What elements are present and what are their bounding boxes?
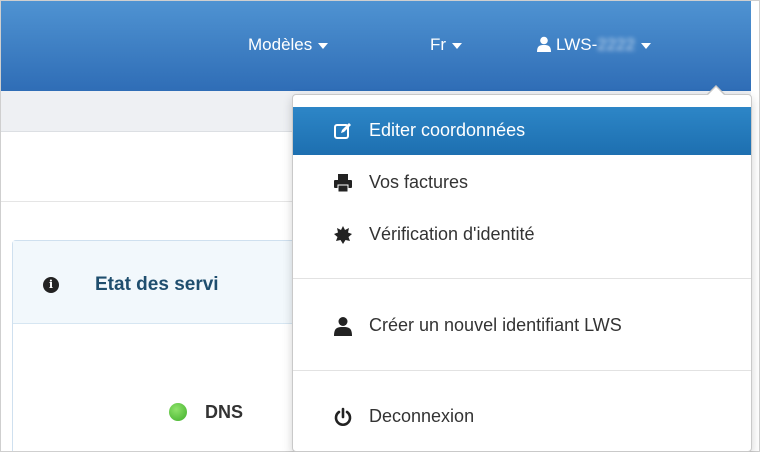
certificate-icon xyxy=(333,225,353,245)
info-icon: i xyxy=(43,277,59,293)
top-navbar: Modèles Fr LWS-2222 xyxy=(1,1,751,91)
status-ok-dot-icon xyxy=(169,403,187,421)
templates-label: Modèles xyxy=(248,35,313,54)
user-dropdown-menu: Editer coordonnées Vos factures Vérifica… xyxy=(292,94,752,452)
user-icon xyxy=(333,316,353,336)
menu-item-invoices[interactable]: Vos factures xyxy=(293,159,751,207)
menu-item-label: Vos factures xyxy=(369,172,469,192)
user-name-prefix: LWS- xyxy=(556,35,598,54)
chevron-down-icon xyxy=(452,42,463,49)
menu-item-identity-verification[interactable]: Vérification d'identité xyxy=(293,211,751,259)
services-status-panel: i Etat des servi DNS xyxy=(12,240,303,451)
menu-divider xyxy=(293,370,751,371)
dropdown-arrow-fill xyxy=(707,87,725,96)
menu-item-label: Vérification d'identité xyxy=(369,224,535,244)
menu-item-label: Créer un nouvel identifiant LWS xyxy=(369,315,622,335)
templates-menu[interactable]: Modèles xyxy=(248,35,329,55)
menu-item-label: Deconnexion xyxy=(369,406,475,426)
menu-item-edit-details[interactable]: Editer coordonnées xyxy=(293,107,751,155)
user-menu[interactable]: LWS-2222 xyxy=(536,35,652,57)
menu-item-label: Editer coordonnées xyxy=(369,120,526,140)
panel-title: Etat des servi xyxy=(95,274,219,295)
language-label: Fr xyxy=(430,35,447,54)
chevron-down-icon xyxy=(318,42,329,49)
power-icon xyxy=(333,407,353,427)
language-menu[interactable]: Fr xyxy=(430,35,463,55)
chevron-down-icon xyxy=(641,42,652,49)
menu-divider xyxy=(293,278,751,279)
print-icon xyxy=(333,173,353,193)
user-name-redacted: 2222 xyxy=(597,35,636,54)
menu-item-logout[interactable]: Deconnexion xyxy=(293,393,751,441)
dns-status-label: DNS xyxy=(205,402,244,422)
user-icon xyxy=(536,36,552,57)
edit-icon xyxy=(333,121,353,141)
panel-header: i Etat des servi xyxy=(13,241,303,324)
menu-item-create-identifier[interactable]: Créer un nouvel identifiant LWS xyxy=(293,302,751,350)
divider xyxy=(1,201,301,202)
